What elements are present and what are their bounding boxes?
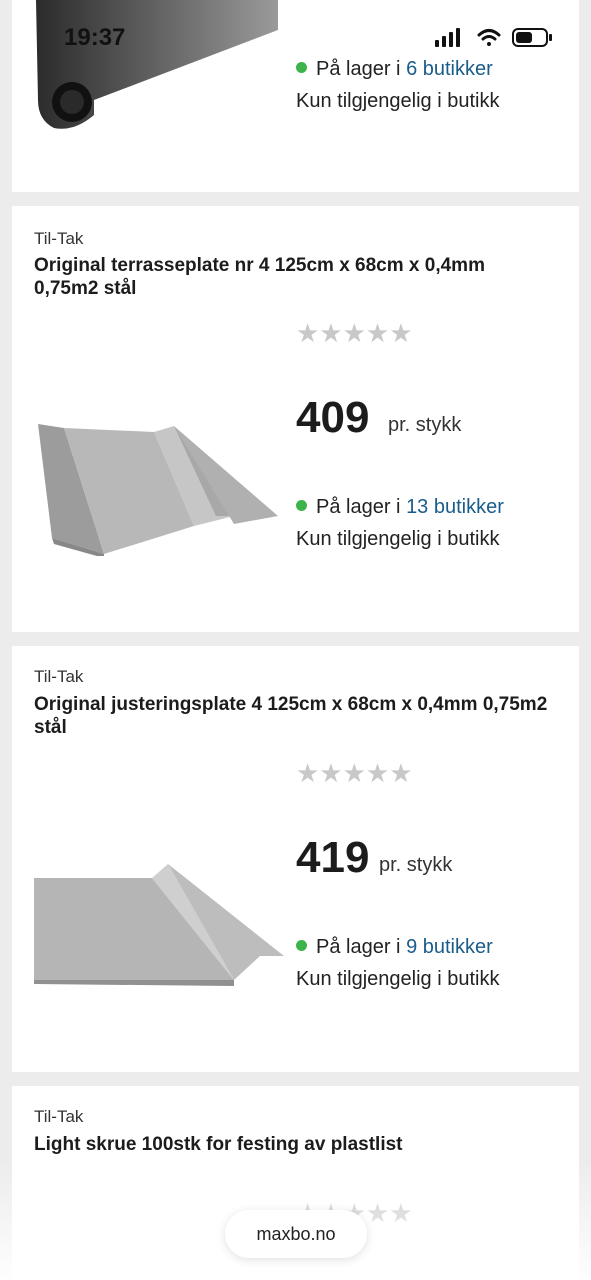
product-image[interactable]: [34, 416, 284, 556]
product-brand: Til-Tak: [34, 667, 84, 686]
product-brand: Til-Tak: [34, 1107, 84, 1126]
stock-prefix: På lager i: [316, 496, 407, 518]
signal-icon: [435, 28, 460, 47]
store-count-link[interactable]: 13 butikker: [406, 496, 504, 518]
status-time: 19:37: [64, 24, 126, 51]
stock-status: På lager i 9 butikker: [296, 936, 493, 959]
stock-prefix: På lager i: [316, 58, 407, 80]
store-count-link[interactable]: 6 butikker: [406, 58, 493, 80]
availability-text: Kun tilgjengelig i butikk: [296, 968, 500, 990]
rating-stars: ★★★★★: [296, 758, 413, 788]
price-unit: pr. stykk: [379, 854, 453, 876]
product-title[interactable]: Original terrasseplate nr 4 125cm x 68cm…: [34, 254, 554, 300]
in-stock-dot-icon: [296, 62, 307, 73]
availability-text: Kun tilgjengelig i butikk: [296, 90, 500, 112]
product-title[interactable]: Light skrue 100stk for festing av plastl…: [34, 1133, 554, 1156]
stock-status: På lager i 6 butikker: [296, 58, 493, 81]
url-bar[interactable]: maxbo.no: [225, 1210, 367, 1258]
battery-icon: [512, 28, 552, 47]
product-price: 419: [296, 833, 370, 882]
product-image[interactable]: [34, 860, 286, 1000]
product-brand: Til-Tak: [34, 229, 84, 248]
product-title[interactable]: Original justeringsplate 4 125cm x 68cm …: [34, 693, 554, 739]
product-image[interactable]: [34, 0, 284, 140]
in-stock-dot-icon: [296, 940, 307, 951]
stock-status: På lager i 13 butikker: [296, 496, 504, 519]
product-card[interactable]: Til-Tak Original justeringsplate 4 125cm…: [12, 646, 579, 1072]
in-stock-dot-icon: [296, 500, 307, 511]
rating-stars: ★★★★★: [296, 318, 413, 348]
product-price: 409: [296, 393, 370, 442]
stock-prefix: På lager i: [316, 936, 407, 958]
availability-text: Kun tilgjengelig i butikk: [296, 528, 500, 550]
status-icons: [435, 26, 553, 55]
store-count-link[interactable]: 9 butikker: [406, 936, 493, 958]
wifi-icon: [477, 29, 501, 46]
product-card[interactable]: Til-Tak Original terrasseplate nr 4 125c…: [12, 206, 579, 632]
price-unit: pr. stykk: [388, 414, 462, 436]
